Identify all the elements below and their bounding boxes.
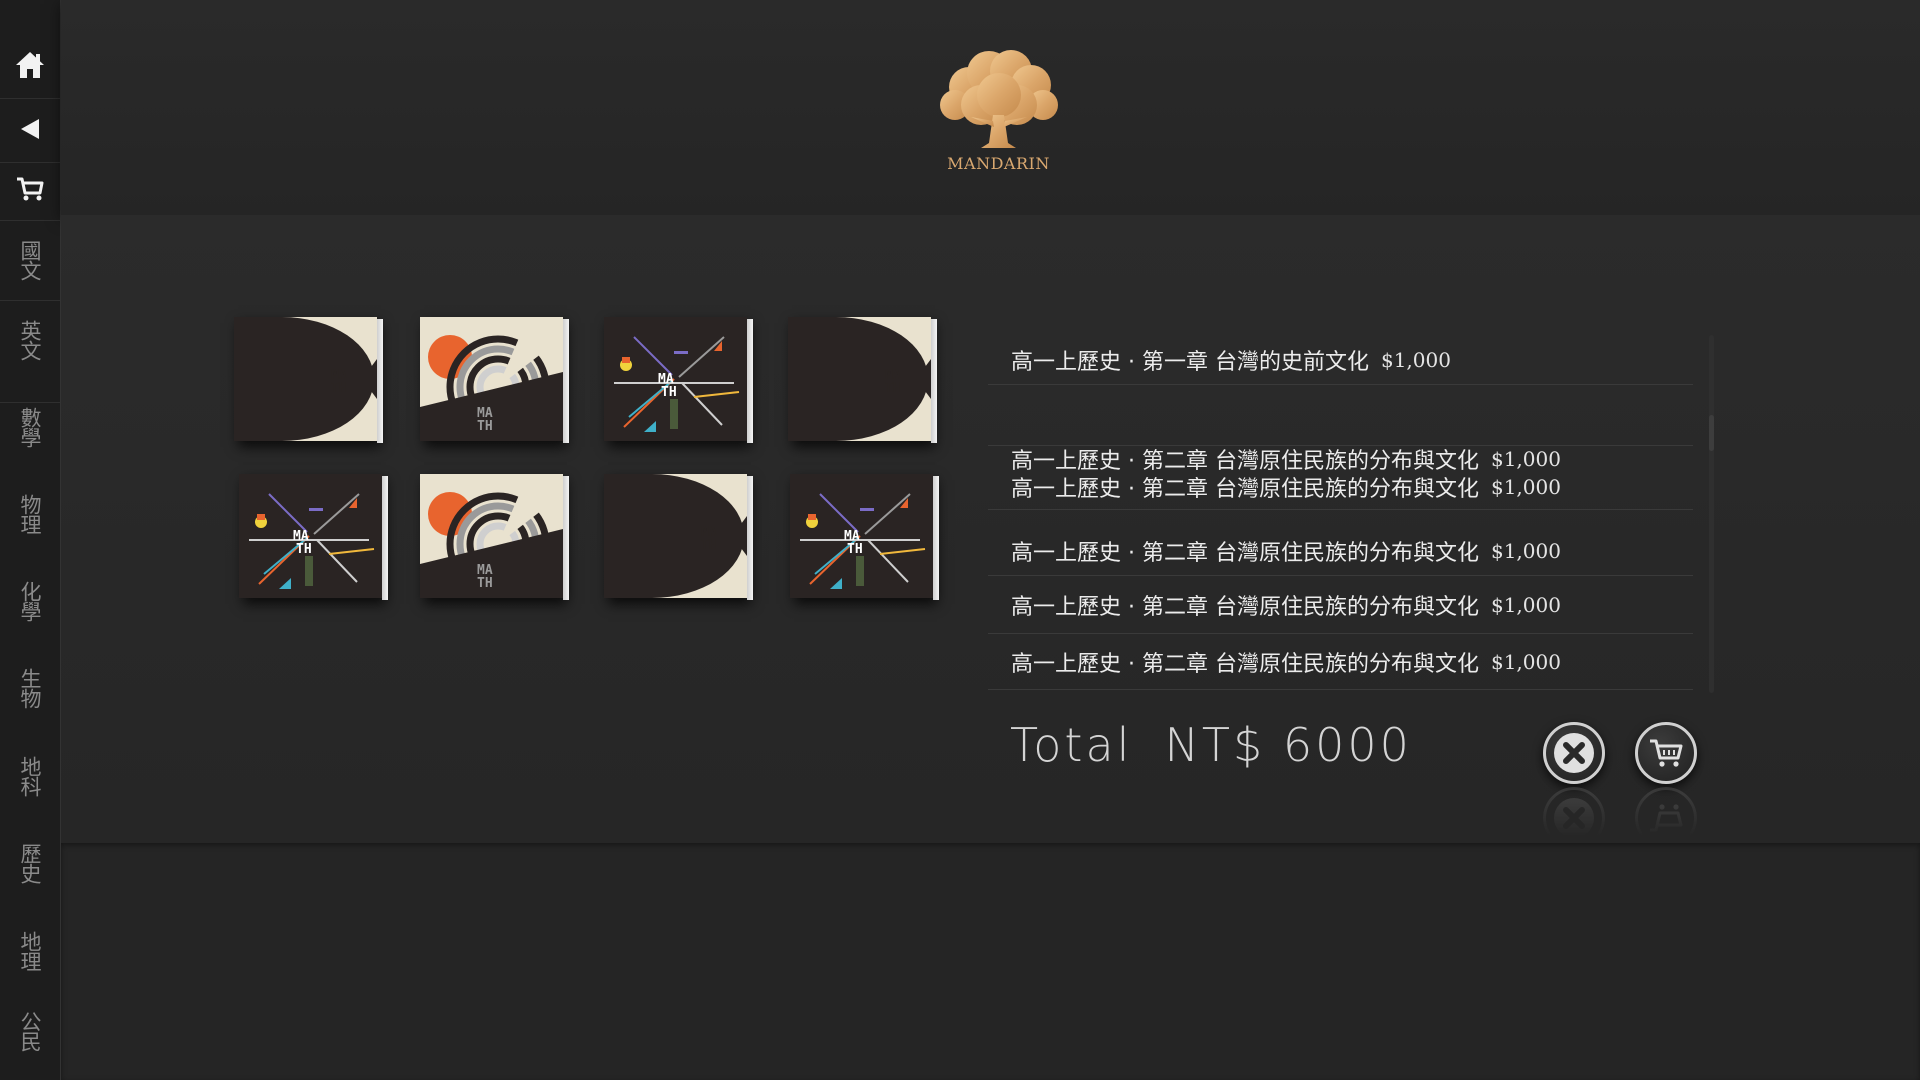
book-cover[interactable]: MA TH	[234, 317, 383, 443]
book-cover[interactable]: MA TH	[788, 317, 937, 443]
cart-item-price: $1,000	[1380, 347, 1451, 372]
cart-item-title: 高一上歷史 · 第二章 台灣原住民族的分布與文化	[1011, 594, 1479, 620]
svg-text:TH: TH	[661, 385, 677, 400]
sidebar-item-math[interactable]: 數學	[0, 392, 60, 462]
sidebar-item-label: 英文	[18, 320, 42, 360]
cart-list: 高一上歷史 · 第一章 台灣的史前文化 $1,000 高一上歷史 · 第二章 台…	[988, 335, 1693, 690]
checkout-button[interactable]	[1635, 722, 1697, 784]
cart-item-title: 高一上歷史 · 第二章 台灣原住民族的分布與文化	[1011, 540, 1479, 566]
sidebar-item-label: 地科	[18, 756, 42, 796]
back-icon	[21, 119, 39, 139]
cart-item-price: $1,000	[1490, 475, 1561, 499]
cart-item-price: $1,000	[1490, 592, 1561, 617]
back-button[interactable]	[0, 104, 60, 154]
cart-item-title: 高一上歷史 · 第二章 台灣原住民族的分布與文化	[1011, 651, 1479, 677]
book-cover[interactable]: MA TH	[604, 317, 753, 443]
svg-text:TH: TH	[847, 542, 863, 557]
header: MANDARIN	[61, 0, 1920, 215]
close-circle-icon	[1554, 733, 1594, 773]
total-label: Total	[1010, 718, 1133, 772]
home-button[interactable]	[0, 40, 60, 90]
cart-item-title: 高一上歷史 · 第一章 台灣的史前文化	[1011, 349, 1369, 375]
book-cover[interactable]: MA TH	[420, 317, 569, 443]
svg-text:TH: TH	[885, 381, 901, 396]
cart-item[interactable]: 高一上歷史 · 第二章 台灣原住民族的分布與文化 $1,000	[988, 634, 1693, 690]
svg-text:TH: TH	[331, 381, 347, 396]
bottom-bar	[61, 843, 1920, 1080]
cart-scrollbar[interactable]	[1709, 335, 1714, 693]
sidebar-item-chemistry[interactable]: 化學	[0, 566, 60, 636]
sidebar: 國文 英文 數學 物理 化學 生物 地科 歷史 地理 公民	[0, 0, 61, 1080]
book-cover[interactable]: MA TH	[420, 474, 569, 600]
sidebar-item-earth-science[interactable]: 地科	[0, 741, 60, 811]
checkout-button-reflection	[1635, 787, 1697, 849]
tree-logo-icon	[940, 50, 1058, 148]
sidebar-item-chinese[interactable]: 國文	[0, 225, 60, 295]
book-cover[interactable]: MA TH	[790, 474, 939, 600]
sidebar-item-label: 歷史	[18, 843, 42, 883]
cart-item[interactable]: 高一上歷史 · 第二章 台灣原住民族的分布與文化 $1,000	[988, 526, 1693, 576]
book-cover[interactable]: MA TH	[604, 474, 753, 600]
sidebar-item-label: 生物	[18, 668, 42, 708]
sidebar-item-english[interactable]: 英文	[0, 305, 60, 375]
sidebar-item-civics[interactable]: 公民	[0, 996, 60, 1066]
cart-item-title: 高一上歷史 · 第二章 台灣原住民族的分布與文化	[1011, 477, 1479, 502]
svg-text:TH: TH	[296, 542, 312, 557]
clear-button-reflection	[1543, 787, 1605, 849]
sidebar-item-biology[interactable]: 生物	[0, 653, 60, 723]
cart-item[interactable]: 高一上歷史 · 第二章 台灣原住民族的分布與文化 $1,000	[988, 465, 1693, 509]
logo-text: MANDARIN	[947, 154, 1050, 173]
sidebar-item-label: 公民	[18, 1011, 42, 1051]
sidebar-item-label: 數學	[18, 407, 42, 447]
sidebar-item-label: 物理	[18, 494, 42, 534]
clear-cart-button[interactable]	[1543, 722, 1605, 784]
sidebar-item-physics[interactable]: 物理	[0, 479, 60, 549]
cart-icon	[1650, 739, 1683, 767]
home-icon	[16, 52, 44, 78]
total-display: Total NT$ 6000	[1010, 718, 1412, 772]
total-amount: NT$ 6000	[1164, 718, 1412, 772]
sidebar-item-label: 國文	[18, 240, 42, 280]
cart-item-price: $1,000	[1490, 538, 1561, 563]
cart-item[interactable]: 高一上歷史 · 第一章 台灣的史前文化 $1,000	[988, 335, 1693, 385]
cart-item[interactable]: 高一上歷史 · 第二章 台灣原住民族的分布與文化 $1,000	[988, 576, 1693, 634]
svg-text:TH: TH	[477, 576, 493, 591]
scrollbar-thumb[interactable]	[1709, 415, 1714, 451]
svg-text:TH: TH	[701, 538, 717, 553]
cart-icon	[17, 177, 44, 201]
svg-text:TH: TH	[477, 419, 493, 434]
sidebar-item-history[interactable]: 歷史	[0, 828, 60, 898]
logo: MANDARIN	[931, 45, 1066, 180]
cart-nav-button[interactable]	[0, 164, 60, 214]
book-cover[interactable]: MA TH	[239, 474, 388, 600]
sidebar-item-geography[interactable]: 地理	[0, 916, 60, 986]
cart-item-price: $1,000	[1490, 649, 1561, 674]
sidebar-item-label: 化學	[18, 581, 42, 621]
sidebar-item-label: 地理	[18, 931, 42, 971]
